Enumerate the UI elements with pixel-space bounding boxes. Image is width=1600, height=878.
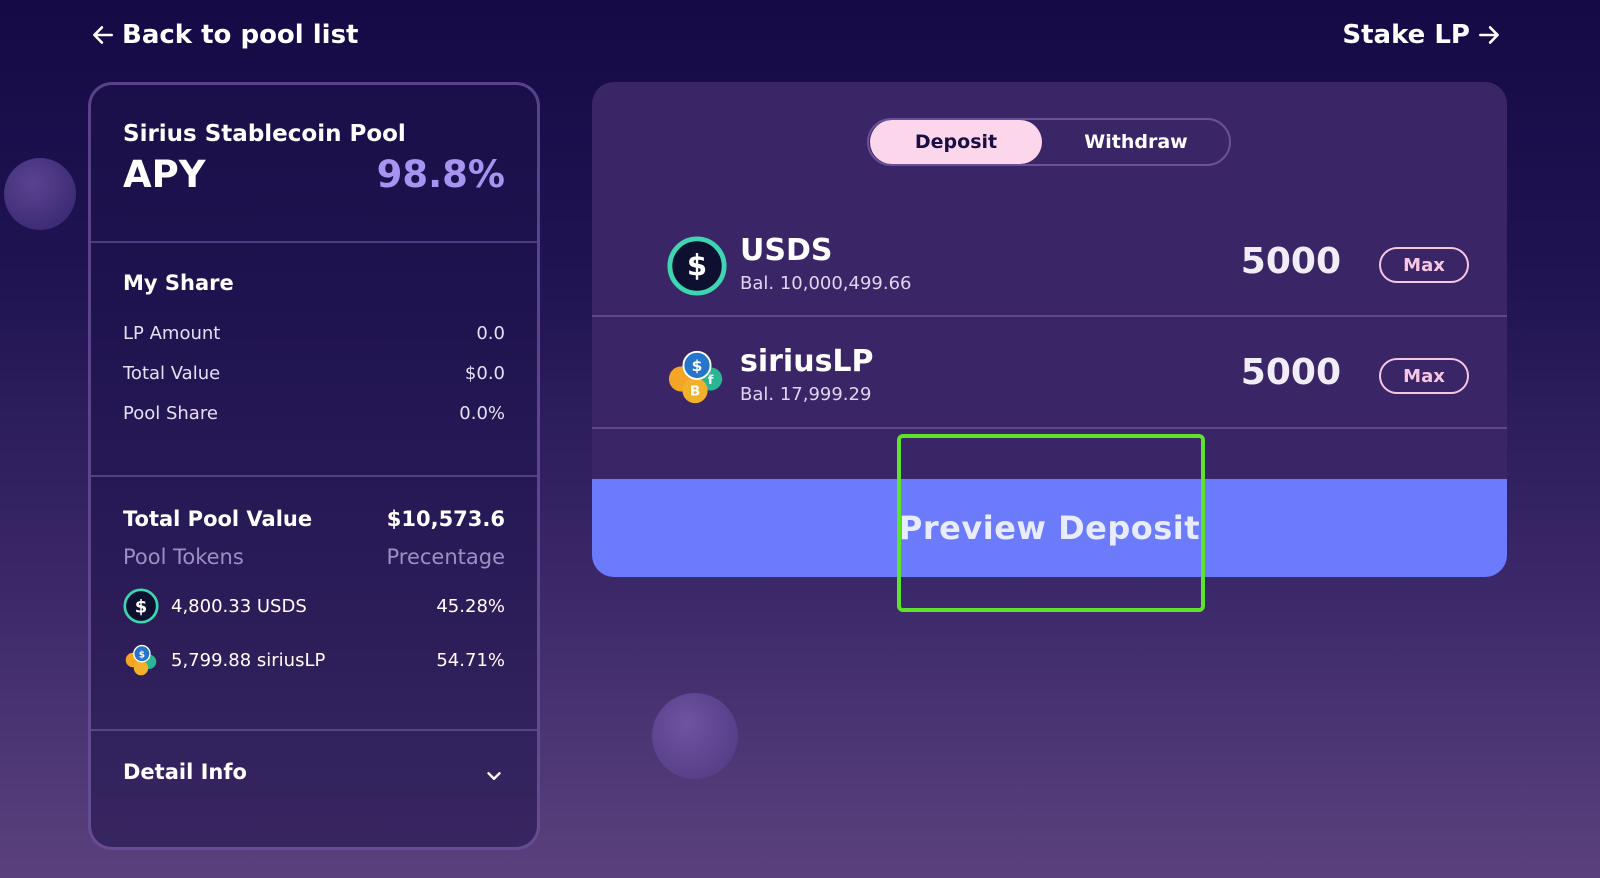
percentage-header: Precentage bbox=[386, 545, 505, 569]
stake-lp-link[interactable]: Stake LP bbox=[1342, 20, 1502, 50]
decorative-bubble bbox=[4, 158, 76, 230]
tab-withdraw[interactable]: Withdraw bbox=[1050, 120, 1222, 164]
usds-input-row: $ USDS Bal. 10,000,499.66 5000 Max bbox=[592, 211, 1507, 323]
svg-text:B: B bbox=[690, 383, 700, 399]
lp-amount-value: 0.0 bbox=[476, 322, 505, 344]
total-value-label: Total Value bbox=[123, 362, 221, 384]
deposit-withdraw-toggle: Deposit Withdraw bbox=[867, 118, 1231, 166]
total-pool-value: $10,573.6 bbox=[386, 507, 505, 531]
detail-info-toggle[interactable]: Detail Info bbox=[91, 757, 537, 787]
my-share-section: My Share LP Amount 0.0 Total Value $0.0 … bbox=[91, 271, 537, 433]
pool-name: Sirius Stablecoin Pool bbox=[123, 121, 406, 147]
amount-input[interactable]: 5000 bbox=[1241, 241, 1341, 282]
usds-token-icon: $ bbox=[123, 588, 159, 624]
divider bbox=[592, 315, 1507, 317]
svg-text:$: $ bbox=[139, 650, 145, 660]
max-button[interactable]: Max bbox=[1379, 358, 1469, 394]
lp-amount-label: LP Amount bbox=[123, 322, 221, 344]
siriuslp-token-icon: f B $ bbox=[668, 350, 723, 404]
max-button[interactable]: Max bbox=[1379, 247, 1469, 283]
divider bbox=[91, 729, 537, 731]
svg-text:$: $ bbox=[692, 357, 703, 375]
pool-value-section: Total Pool Value $10,573.6 Pool Tokens P… bbox=[91, 507, 537, 687]
arrow-left-icon bbox=[93, 26, 113, 44]
apy-value: 98.8% bbox=[376, 153, 505, 196]
token-balance: Bal. 10,000,499.66 bbox=[740, 273, 912, 294]
usds-token-icon: $ bbox=[667, 236, 727, 296]
pool-token-amount: 4,800.33 USDS bbox=[171, 595, 307, 617]
back-to-pool-list-link[interactable]: Back to pool list bbox=[90, 20, 359, 50]
divider bbox=[91, 241, 537, 243]
tab-deposit[interactable]: Deposit bbox=[870, 120, 1042, 164]
svg-text:$: $ bbox=[687, 249, 707, 283]
lp-amount-row: LP Amount 0.0 bbox=[123, 313, 505, 353]
token-symbol: USDS bbox=[740, 233, 833, 268]
total-value-value: $0.0 bbox=[464, 362, 505, 384]
pool-token-row: $ 5,799.88 siriusLP 54.71% bbox=[123, 633, 505, 687]
highlight-box bbox=[897, 434, 1205, 612]
pool-share-row: Pool Share 0.0% bbox=[123, 393, 505, 433]
pool-share-value: 0.0% bbox=[459, 402, 505, 424]
pool-tokens-header: Pool Tokens bbox=[123, 545, 244, 569]
pool-token-amount: 5,799.88 siriusLP bbox=[171, 649, 326, 671]
apy-label: APY bbox=[123, 153, 206, 196]
chevron-down-icon bbox=[487, 772, 501, 780]
pool-info-card: Sirius Stablecoin Pool APY 98.8% My Shar… bbox=[88, 82, 540, 850]
back-link-label: Back to pool list bbox=[122, 20, 359, 50]
pool-header: Sirius Stablecoin Pool APY 98.8% bbox=[91, 85, 537, 196]
amount-input[interactable]: 5000 bbox=[1241, 352, 1341, 393]
pool-token-percent: 54.71% bbox=[436, 649, 505, 671]
detail-info-label: Detail Info bbox=[123, 760, 247, 784]
total-pool-value-label: Total Pool Value bbox=[123, 507, 313, 531]
decorative-bubble bbox=[652, 693, 738, 779]
token-balance: Bal. 17,999.29 bbox=[740, 384, 872, 405]
pool-share-label: Pool Share bbox=[123, 402, 218, 424]
siriuslp-input-row: f B $ siriusLP Bal. 17,999.29 5000 Max bbox=[592, 322, 1507, 434]
token-symbol: siriusLP bbox=[740, 344, 874, 379]
svg-text:f: f bbox=[708, 372, 714, 387]
arrow-right-icon bbox=[1479, 26, 1499, 44]
stake-link-label: Stake LP bbox=[1342, 20, 1470, 50]
divider bbox=[592, 427, 1507, 429]
pool-token-percent: 45.28% bbox=[436, 595, 505, 617]
divider bbox=[91, 475, 537, 477]
total-value-row: Total Value $0.0 bbox=[123, 353, 505, 393]
pool-token-row: $ 4,800.33 USDS 45.28% bbox=[123, 579, 505, 633]
my-share-title: My Share bbox=[123, 271, 234, 295]
siriuslp-token-icon: $ bbox=[125, 644, 157, 676]
svg-text:$: $ bbox=[135, 596, 148, 617]
